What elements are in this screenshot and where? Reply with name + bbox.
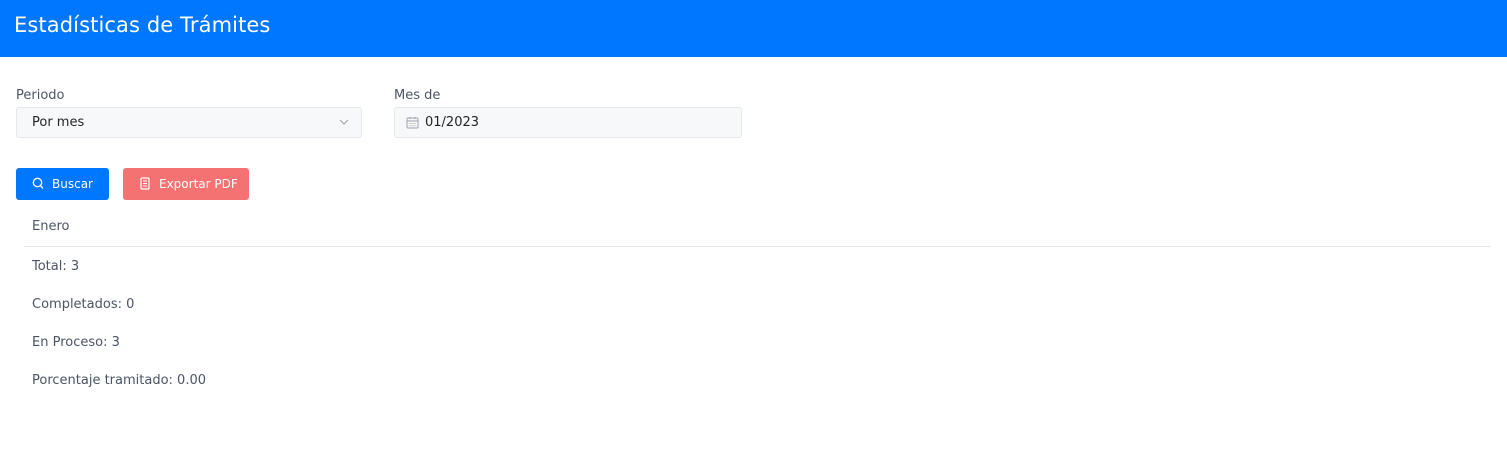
search-button-label: Buscar: [52, 177, 93, 191]
month-date-input[interactable]: 01/2023: [394, 107, 742, 138]
results-divider: [24, 246, 1491, 247]
stat-percentage: Porcentaje tramitado: 0.00: [32, 373, 206, 388]
period-label: Periodo: [16, 88, 65, 103]
export-pdf-button[interactable]: Exportar PDF: [123, 168, 249, 200]
chevron-down-icon: [339, 119, 349, 125]
search-icon: [32, 177, 44, 189]
stat-total: Total: 3: [32, 259, 80, 274]
calendar-icon: [406, 117, 419, 129]
page-header: Estadísticas de Trámites: [0, 0, 1507, 57]
month-label: Mes de: [394, 88, 441, 103]
stat-completed: Completados: 0: [32, 297, 135, 312]
search-button[interactable]: Buscar: [16, 168, 109, 200]
period-select-value: Por mes: [32, 115, 85, 130]
period-select[interactable]: Por mes: [16, 107, 362, 138]
page-title: Estadísticas de Trámites: [14, 13, 271, 37]
export-pdf-button-label: Exportar PDF: [159, 177, 238, 191]
stat-in-process: En Proceso: 3: [32, 335, 120, 350]
month-date-value: 01/2023: [425, 115, 480, 130]
results-month-heading: Enero: [32, 219, 70, 234]
document-icon: [140, 177, 150, 190]
